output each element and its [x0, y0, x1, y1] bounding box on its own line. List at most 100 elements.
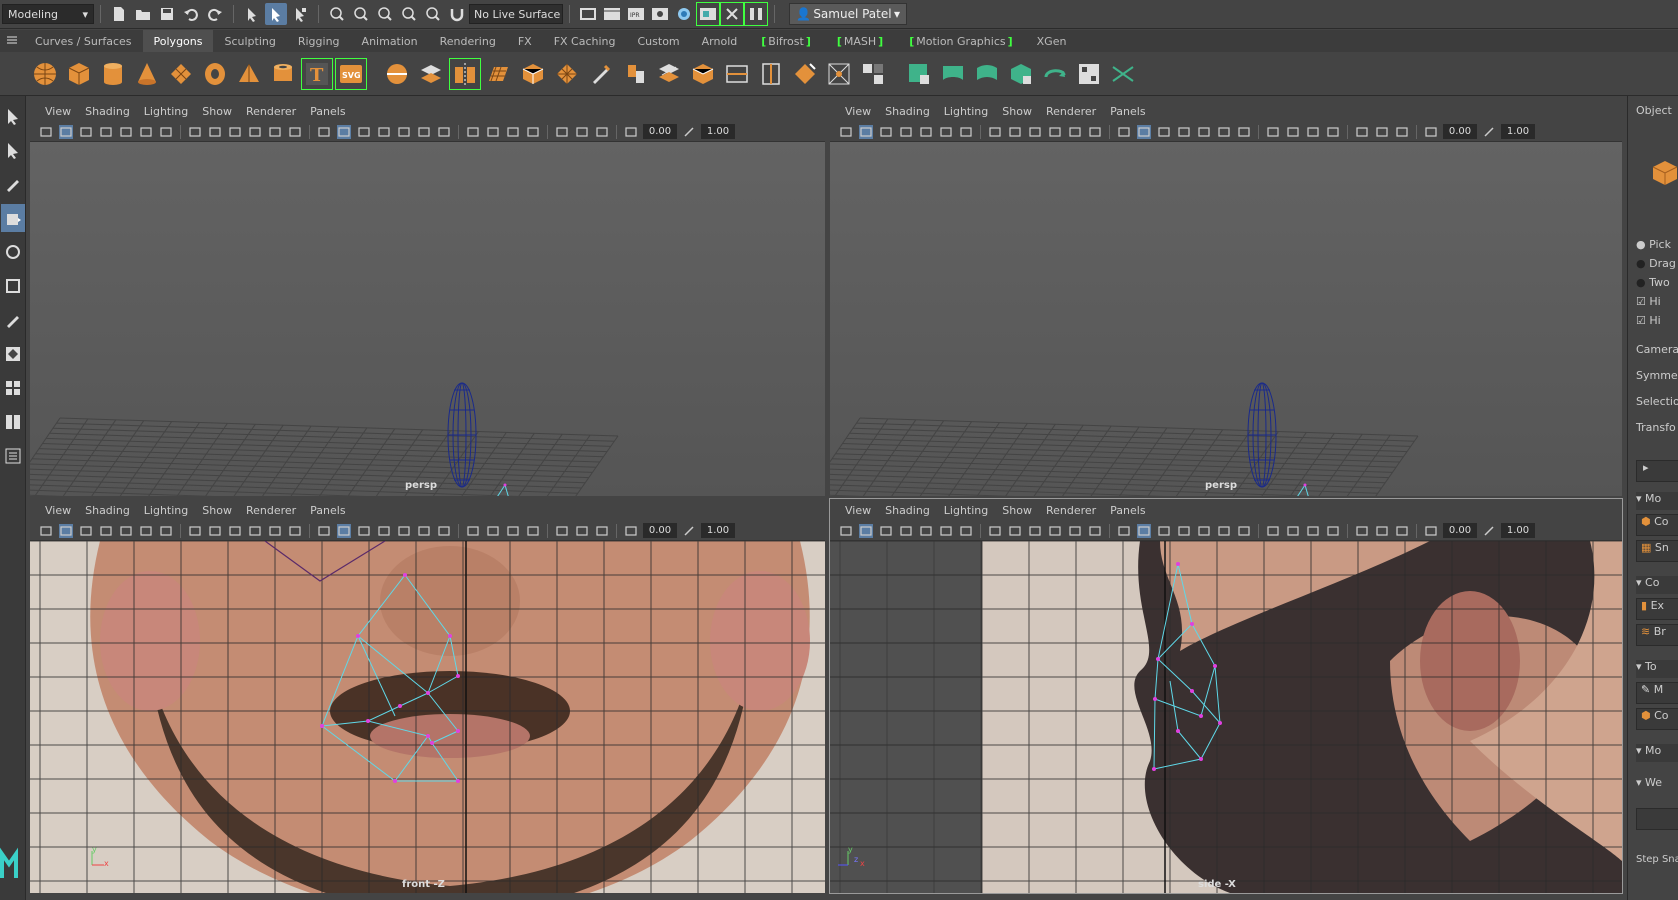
field-chart-icon[interactable] [268, 125, 282, 139]
grid-icon[interactable] [188, 524, 202, 538]
safe-action-icon[interactable] [1088, 125, 1102, 139]
panel-menu-view[interactable]: View [45, 105, 71, 118]
xray-icon[interactable] [397, 524, 411, 538]
wireframe-icon[interactable] [317, 125, 331, 139]
soft-selection-button[interactable]: ▸ [1636, 460, 1678, 482]
select-object-icon[interactable] [265, 3, 287, 25]
smooth-icon[interactable] [484, 59, 514, 89]
combine-icon[interactable] [382, 59, 412, 89]
use-default-material-icon[interactable] [1157, 125, 1171, 139]
panel-menu-panels[interactable]: Panels [310, 105, 345, 118]
world-dropdown[interactable]: ▾ We [1636, 776, 1662, 789]
exposure-field[interactable]: 0.00 [1443, 523, 1477, 538]
bevel-icon[interactable] [688, 59, 718, 89]
ambient-occlusion-icon[interactable] [1286, 524, 1300, 538]
gamma-field[interactable]: 1.00 [1501, 523, 1535, 538]
panel-menu-lighting[interactable]: Lighting [144, 504, 188, 517]
type-tool-icon[interactable]: T [301, 57, 333, 90]
shelf-tab-rigging[interactable]: Rigging [287, 30, 351, 52]
gamma-field[interactable]: 1.00 [701, 523, 735, 538]
2d-pan-zoom-icon[interactable] [939, 524, 953, 538]
gamma-icon[interactable] [1482, 524, 1496, 538]
viewport-persp[interactable]: perspyxz [30, 142, 825, 496]
panel-menu-view[interactable]: View [845, 504, 871, 517]
exposure-icon[interactable] [624, 125, 638, 139]
ipr-render-icon[interactable]: IPR [625, 3, 647, 25]
unfold-uv-icon[interactable] [1040, 59, 1070, 89]
tool-extrude-button[interactable]: ▮ Ex [1636, 598, 1678, 620]
shadows-icon[interactable] [466, 125, 480, 139]
save-scene-icon[interactable] [156, 3, 178, 25]
panel-menu-view[interactable]: View [845, 105, 871, 118]
panel-menu-view[interactable]: View [45, 504, 71, 517]
image-plane-icon[interactable] [119, 125, 133, 139]
last-tool-icon[interactable] [1, 306, 25, 334]
shelf-tab-fx-caching[interactable]: FX Caching [543, 30, 627, 52]
gamma-field[interactable]: 1.00 [1501, 124, 1535, 139]
svg-tool-icon[interactable]: SVG [335, 57, 367, 90]
textured-icon[interactable] [417, 125, 431, 139]
uv-editor-icon[interactable] [904, 59, 934, 89]
render-frame-icon[interactable] [601, 3, 623, 25]
snap-point-icon[interactable] [374, 3, 396, 25]
section-mesh-header[interactable]: ▾ Mo [1636, 492, 1678, 510]
snap-grid-icon[interactable] [326, 3, 348, 25]
section-transform[interactable]: Transfo [1636, 421, 1676, 434]
section-symmetry[interactable]: Symme [1636, 369, 1678, 382]
viewport-side[interactable]: side -X y x z [830, 541, 1622, 893]
wireframe-on-shaded-icon[interactable] [1177, 125, 1191, 139]
film-gate-icon[interactable] [208, 524, 222, 538]
film-gate-icon[interactable] [1008, 125, 1022, 139]
grease-pencil-icon[interactable] [959, 125, 973, 139]
image-plane-icon[interactable] [919, 125, 933, 139]
undo-icon[interactable] [180, 3, 202, 25]
viewport-persp[interactable]: perspyxz [830, 142, 1622, 496]
image-plane-icon[interactable] [119, 524, 133, 538]
wireframe-icon[interactable] [1117, 524, 1131, 538]
lasso-tool-icon[interactable] [1, 136, 25, 164]
shelf-tab-polygons[interactable]: Polygons [142, 30, 214, 52]
select-component-icon[interactable] [289, 3, 311, 25]
exposure-icon[interactable] [1424, 125, 1438, 139]
poly-plane-icon[interactable] [166, 59, 196, 89]
tool-multicut-button[interactable]: ✎ M [1636, 682, 1678, 704]
scale-tool-icon[interactable] [1, 272, 25, 300]
merge-icon[interactable] [824, 59, 854, 89]
camera-attributes-icon[interactable] [79, 125, 93, 139]
two-view-layout-icon[interactable] [1, 408, 25, 436]
redo-icon[interactable] [204, 3, 226, 25]
bookmark-icon[interactable] [99, 125, 113, 139]
field-chart-icon[interactable] [1068, 125, 1082, 139]
use-default-material-icon[interactable] [1157, 524, 1171, 538]
field-chart-icon[interactable] [1068, 524, 1082, 538]
rotate-tool-icon[interactable] [1, 238, 25, 266]
exposure-field[interactable]: 0.00 [1443, 124, 1477, 139]
render-settings-icon[interactable] [577, 3, 599, 25]
multi-cut-icon[interactable] [756, 59, 786, 89]
motion-blur-icon[interactable] [506, 524, 520, 538]
wireframe-on-shaded-icon[interactable] [377, 524, 391, 538]
tool-bridge-button[interactable]: ≋ Br [1636, 624, 1678, 646]
panel-menu-shading[interactable]: Shading [885, 105, 930, 118]
uv-layout-icon[interactable] [1074, 59, 1104, 89]
shadows-icon[interactable] [466, 524, 480, 538]
outliner-layout-icon[interactable] [1, 442, 25, 470]
camera-icon[interactable] [39, 125, 53, 139]
smooth-shade-icon[interactable] [1137, 523, 1151, 538]
mirror-icon[interactable] [449, 57, 481, 90]
2d-pan-zoom-icon[interactable] [939, 125, 953, 139]
bookmark-icon[interactable] [899, 524, 913, 538]
object-mode-icon[interactable] [1650, 158, 1678, 191]
tool-smooth-button[interactable]: ▦ Sn [1636, 540, 1678, 562]
panel-menu-lighting[interactable]: Lighting [944, 504, 988, 517]
exposure-icon[interactable] [1424, 524, 1438, 538]
paint-select-icon[interactable] [1, 170, 25, 198]
grease-pencil-icon[interactable] [159, 125, 173, 139]
bookmark-icon[interactable] [99, 524, 113, 538]
camera-icon[interactable] [839, 524, 853, 538]
panel-menu-renderer[interactable]: Renderer [1046, 105, 1096, 118]
panel-menu-show[interactable]: Show [202, 504, 232, 517]
gate-mask-icon[interactable] [1048, 125, 1062, 139]
light-editor-icon[interactable] [720, 2, 744, 26]
textured-icon[interactable] [417, 524, 431, 538]
